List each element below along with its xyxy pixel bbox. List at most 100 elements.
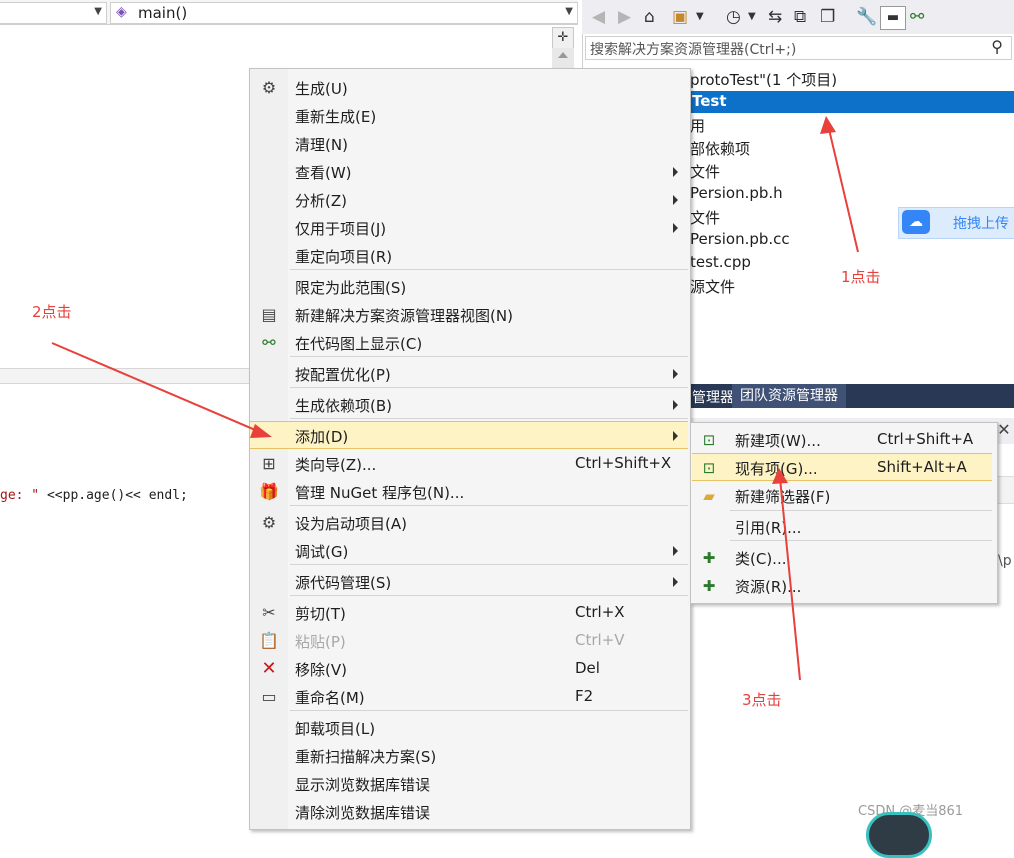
menu-item-build-dependencies[interactable]: 生成依赖项(B) bbox=[250, 391, 688, 419]
menu-label: 重定向项目(R) bbox=[295, 248, 393, 266]
tree-item[interactable]: 用 bbox=[690, 115, 705, 136]
menu-label: 引用(R)... bbox=[735, 519, 802, 537]
class-wizard-icon: ⊞ bbox=[262, 454, 276, 473]
menu-shortcut: Ctrl+Shift+A bbox=[877, 430, 974, 448]
menu-item-remove[interactable]: ✕ 移除(V) Del bbox=[250, 655, 688, 683]
menu-item-clear-browse-db-errors[interactable]: 清除浏览数据库错误 bbox=[250, 798, 688, 826]
menu-item-manage-nuget[interactable]: 🎁 管理 NuGet 程序包(N)... bbox=[250, 478, 688, 506]
folder-icon: ▰ bbox=[703, 487, 715, 505]
chevron-down-icon[interactable]: ▼ bbox=[748, 6, 756, 28]
code-map-icon[interactable]: ⚯ bbox=[910, 6, 924, 28]
menu-item-cut[interactable]: ✂ 剪切(T) Ctrl+X bbox=[250, 599, 688, 627]
menu-label: 源代码管理(S) bbox=[295, 574, 392, 592]
menu-separator bbox=[730, 540, 992, 541]
menu-separator bbox=[290, 418, 688, 419]
menu-item-clean[interactable]: 清理(N) bbox=[250, 130, 688, 158]
menu-item-project-only[interactable]: 仅用于项目(J) bbox=[250, 214, 688, 242]
menu-label: 显示浏览数据库错误 bbox=[295, 776, 431, 794]
submenu-item-resource[interactable]: ✚ 资源(R)... bbox=[692, 572, 992, 600]
properties-wrench-icon[interactable]: 🔧 bbox=[856, 6, 877, 28]
menu-label: 限定为此范围(S) bbox=[295, 279, 407, 297]
pending-changes-icon[interactable]: ◷ bbox=[726, 6, 741, 28]
search-icon[interactable]: ⚲ bbox=[991, 37, 1003, 56]
menu-item-source-control[interactable]: 源代码管理(S) bbox=[250, 568, 688, 596]
sync-icon[interactable]: ⇆ bbox=[768, 6, 782, 28]
menu-shortcut: Del bbox=[575, 659, 600, 677]
submenu-item-existing-item[interactable]: ⊡ 现有项(G)... Shift+Alt+A bbox=[692, 453, 992, 481]
menu-item-class-wizard[interactable]: ⊞ 类向导(Z)... Ctrl+Shift+X bbox=[250, 450, 688, 478]
menu-separator bbox=[290, 356, 688, 357]
member-dropdown[interactable]: ◈ main() ▼ bbox=[110, 2, 578, 24]
menu-separator bbox=[290, 269, 688, 270]
tree-item[interactable]: 文件 bbox=[690, 161, 720, 182]
tree-solution-node[interactable]: protoTest"(1 个项目) bbox=[690, 69, 837, 90]
tab-solution-explorer[interactable]: 管理器 bbox=[692, 387, 734, 407]
chevron-down-icon: ▼ bbox=[565, 6, 573, 17]
menu-item-show-on-code-map[interactable]: ⚯ 在代码图上显示(C) bbox=[250, 329, 688, 357]
menu-item-rebuild[interactable]: 重新生成(E) bbox=[250, 102, 688, 130]
chevron-down-icon[interactable]: ▼ bbox=[696, 6, 704, 28]
menu-item-analyze[interactable]: 分析(Z) bbox=[250, 186, 688, 214]
preview-icon[interactable]: ▬ bbox=[880, 6, 906, 30]
menu-label: 按配置优化(P) bbox=[295, 366, 391, 384]
solution-search-input[interactable]: 搜索解决方案资源管理器(Ctrl+;) ⚲ bbox=[585, 36, 1012, 60]
menu-label: 调试(G) bbox=[295, 543, 349, 561]
menu-label: 粘贴(P) bbox=[295, 633, 346, 651]
menu-shortcut: Ctrl+X bbox=[575, 603, 625, 621]
split-editor-button[interactable]: ✛ bbox=[552, 27, 574, 49]
tab-team-explorer[interactable]: 团队资源管理器 bbox=[732, 384, 846, 408]
menu-separator bbox=[730, 510, 992, 511]
menu-separator bbox=[290, 564, 688, 565]
menu-item-add[interactable]: 添加(D) bbox=[250, 421, 688, 449]
menu-separator bbox=[290, 595, 688, 596]
clipped-path-text: \p bbox=[998, 553, 1012, 569]
show-all-files-icon[interactable]: ❐ bbox=[820, 6, 835, 28]
switch-views-icon[interactable]: ▣ bbox=[672, 6, 688, 28]
menu-label: 清除浏览数据库错误 bbox=[295, 804, 431, 822]
submenu-item-class[interactable]: ✚ 类(C)... bbox=[692, 544, 992, 572]
menu-item-rescan-solution[interactable]: 重新扫描解决方案(S) bbox=[250, 742, 688, 770]
menu-label: 新建项(W)... bbox=[735, 432, 821, 450]
submenu-arrow-icon bbox=[673, 223, 678, 233]
menu-label: 重新扫描解决方案(S) bbox=[295, 748, 437, 766]
submenu-item-new-item[interactable]: ⊡ 新建项(W)... Ctrl+Shift+A bbox=[692, 426, 992, 454]
submenu-item-new-filter[interactable]: ▰ 新建筛选器(F) bbox=[692, 482, 992, 510]
tree-item[interactable]: 文件 bbox=[690, 207, 720, 228]
menu-label: 生成依赖项(B) bbox=[295, 397, 392, 415]
menu-item-scope-to-this[interactable]: 限定为此范围(S) bbox=[250, 273, 688, 301]
tree-item[interactable]: test.cpp bbox=[690, 253, 751, 271]
submenu-arrow-icon bbox=[673, 400, 678, 410]
menu-label: 类向导(Z)... bbox=[295, 456, 377, 474]
editor-scrollbar-up[interactable] bbox=[552, 48, 574, 68]
menu-item-show-browse-db-errors[interactable]: 显示浏览数据库错误 bbox=[250, 770, 688, 798]
build-icon: ⚙ bbox=[261, 78, 277, 97]
collapse-all-icon[interactable]: ⧉ bbox=[794, 6, 806, 28]
menu-item-rename[interactable]: ▭ 重命名(M) F2 bbox=[250, 683, 688, 711]
home-icon[interactable]: ⌂ bbox=[644, 6, 655, 28]
tree-item[interactable]: Persion.pb.cc bbox=[690, 230, 790, 248]
scope-dropdown[interactable]: ▼ bbox=[0, 2, 107, 24]
menu-item-build[interactable]: ⚙ 生成(U) bbox=[250, 74, 688, 102]
tree-item-label: Test bbox=[692, 92, 727, 110]
menu-item-pgo[interactable]: 按配置优化(P) bbox=[250, 360, 688, 388]
menu-item-set-startup[interactable]: ⚙ 设为启动项目(A) bbox=[250, 509, 688, 537]
tree-item[interactable]: 源文件 bbox=[690, 276, 735, 297]
tree-item[interactable]: 部依赖项 bbox=[690, 138, 750, 159]
menu-item-debug[interactable]: 调试(G) bbox=[250, 537, 688, 565]
forward-icon[interactable]: ▶ bbox=[618, 6, 631, 28]
upload-overlay[interactable]: ☁ 拖拽上传 bbox=[898, 207, 1014, 239]
menu-label: 查看(W) bbox=[295, 164, 352, 182]
menu-item-new-explorer-view[interactable]: ▤ 新建解决方案资源管理器视图(N) bbox=[250, 301, 688, 329]
tree-item[interactable]: Persion.pb.h bbox=[690, 184, 783, 202]
method-cube-icon: ◈ bbox=[116, 4, 127, 20]
menu-label: 管理 NuGet 程序包(N)... bbox=[295, 484, 465, 502]
menu-item-view[interactable]: 查看(W) bbox=[250, 158, 688, 186]
tree-project-node-selected[interactable]: Test bbox=[690, 91, 1014, 113]
menu-item-retarget[interactable]: 重定向项目(R) bbox=[250, 242, 688, 270]
nuget-icon: 🎁 bbox=[259, 482, 279, 501]
submenu-item-reference[interactable]: 引用(R)... bbox=[692, 513, 992, 541]
menu-item-unload-project[interactable]: 卸载项目(L) bbox=[250, 714, 688, 742]
code-line: ge: " <<pp.age()<< endl; bbox=[0, 488, 188, 503]
back-icon[interactable]: ◀ bbox=[592, 6, 605, 28]
menu-label: 在代码图上显示(C) bbox=[295, 335, 423, 353]
